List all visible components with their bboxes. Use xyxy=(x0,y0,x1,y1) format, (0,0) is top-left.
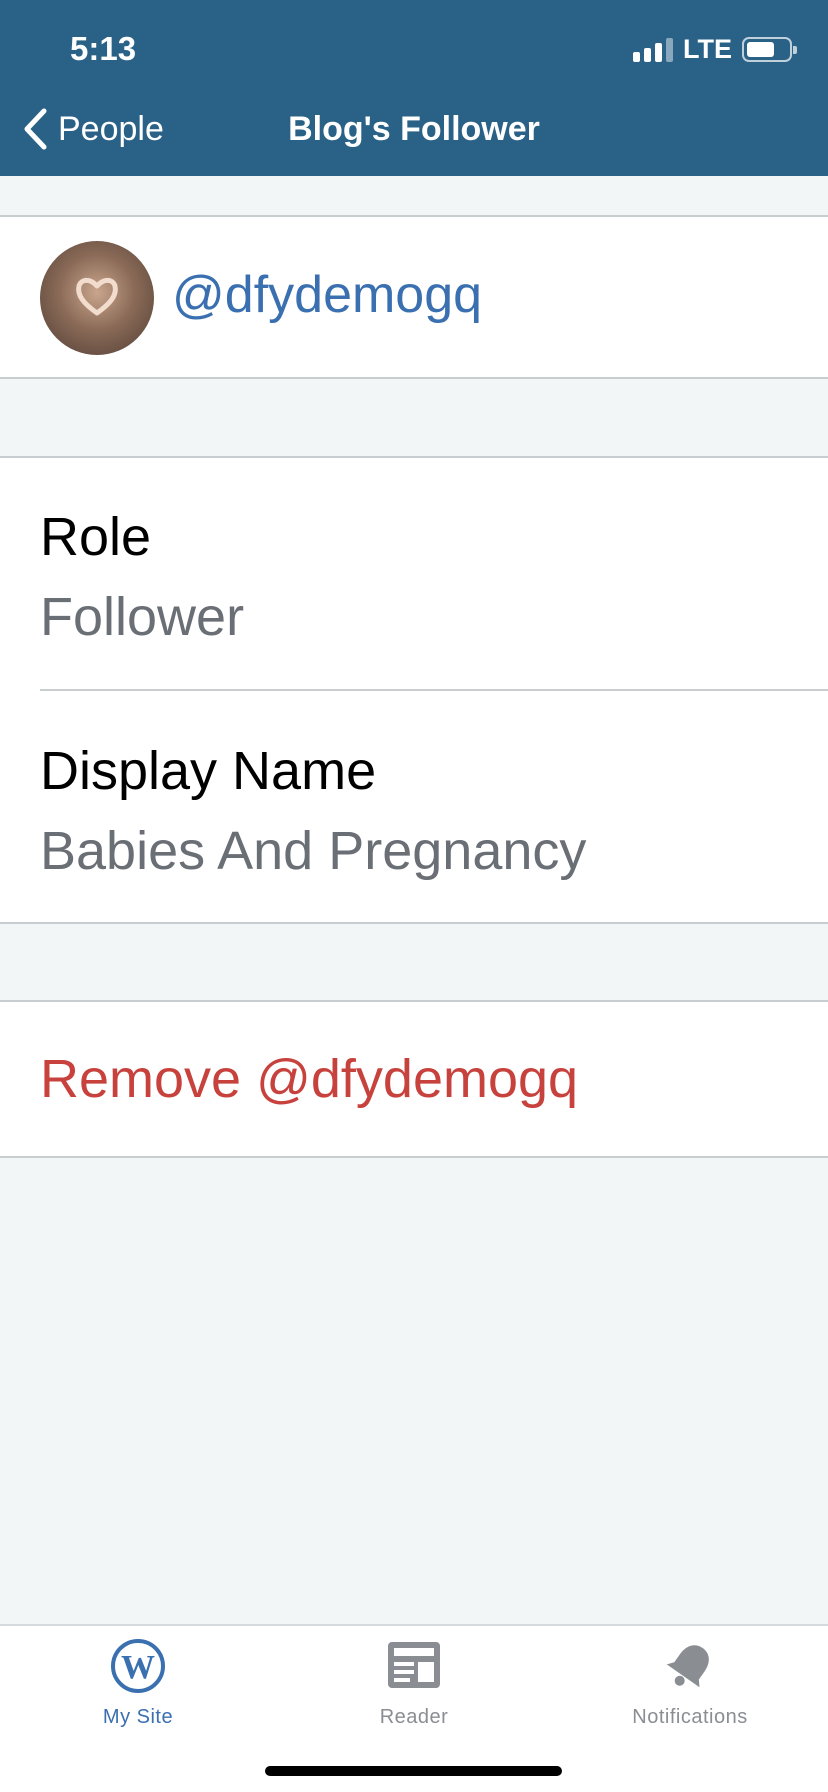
display-name-label: Display Name xyxy=(40,741,377,801)
heart-hands-icon xyxy=(76,277,118,316)
role-value: Follower xyxy=(40,587,245,647)
user-header-cell: @dfydemogq xyxy=(0,215,828,379)
status-indicators: LTE xyxy=(633,34,797,65)
avatar xyxy=(40,241,154,355)
remove-user-button[interactable]: Remove @dfydemogq xyxy=(40,1048,578,1110)
network-type: LTE xyxy=(683,34,732,64)
wordpress-icon: W xyxy=(111,1639,165,1693)
tab-my-site[interactable]: W My Site xyxy=(0,1638,276,1729)
tab-notifications-label: Notifications xyxy=(632,1706,748,1728)
svg-text:W: W xyxy=(121,1649,155,1686)
display-name-value: Babies And Pregnancy xyxy=(40,821,587,881)
tab-reader-label: Reader xyxy=(379,1706,449,1728)
display-name-row: Display Name Babies And Pregnancy xyxy=(40,740,828,882)
navigation-header: 5:13 LTE People Blog's Follower xyxy=(0,0,828,176)
battery-icon xyxy=(742,37,797,62)
signal-strength-icon xyxy=(633,37,673,62)
username: @dfydemogq xyxy=(172,266,483,324)
remove-user-cell[interactable]: Remove @dfydemogq xyxy=(0,1000,828,1158)
tab-my-site-label: My Site xyxy=(102,1706,174,1728)
role-label: Role xyxy=(40,507,152,567)
divider xyxy=(40,689,828,691)
home-indicator xyxy=(265,1766,562,1776)
page-title: Blog's Follower xyxy=(288,110,540,148)
reader-icon xyxy=(388,1642,440,1688)
status-time: 5:13 xyxy=(70,30,137,67)
bell-icon xyxy=(666,1645,709,1688)
tab-notifications[interactable]: Notifications xyxy=(552,1638,828,1729)
details-section: Role Follower Display Name Babies And Pr… xyxy=(0,456,828,924)
tab-reader[interactable]: Reader xyxy=(276,1638,552,1729)
role-row: Role Follower xyxy=(40,506,828,648)
